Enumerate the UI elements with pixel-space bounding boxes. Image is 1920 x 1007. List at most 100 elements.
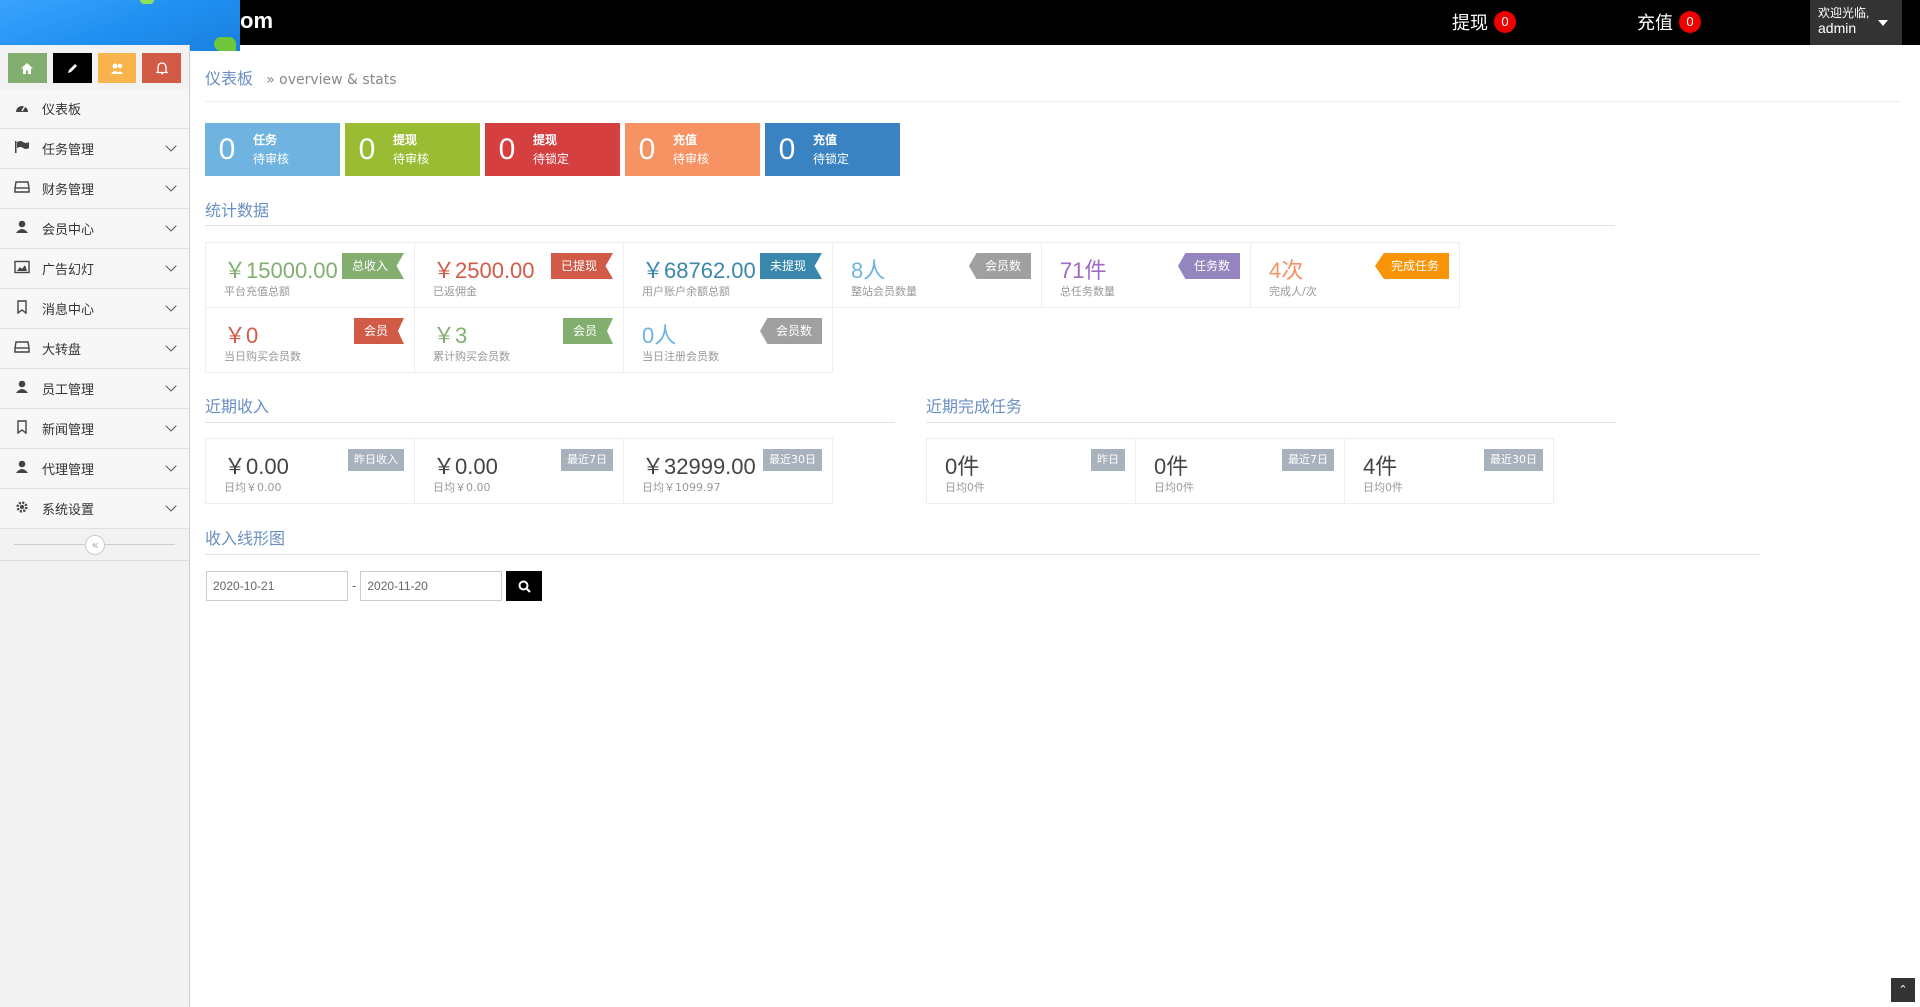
- home-shortcut-button[interactable]: [8, 53, 47, 83]
- sidebar-item-7[interactable]: 大转盘: [0, 329, 189, 369]
- infobox[interactable]: 0 任务 待审核: [205, 123, 340, 176]
- stat-cell: ￥0 当日购买会员数 会员: [206, 308, 415, 373]
- inbox-icon: [12, 340, 32, 358]
- tasks-grid: 0件 日均0件 昨日 0件 日均0件 最近7日 4件 日均0件 最近30日: [926, 438, 1554, 504]
- stat-description: 整站会员数量: [851, 285, 917, 298]
- infobox-count: 0: [638, 132, 656, 166]
- sidebar-item-1[interactable]: 仪表板: [0, 89, 189, 129]
- bell-shortcut-button[interactable]: [142, 53, 181, 83]
- stat-tag: 会员: [353, 318, 404, 344]
- tasks-section-title: 近期完成任务: [926, 397, 1023, 416]
- stat-value: ￥0: [224, 323, 259, 348]
- sidebar-item-4[interactable]: 会员中心: [0, 209, 189, 249]
- stat-description: 日均0件: [1363, 481, 1403, 494]
- bookmark-icon: [12, 299, 32, 318]
- top-navbar: om 提现 0 充值 0 欢迎光临, admin: [0, 0, 1920, 51]
- pending-infoboxes: 0 任务 待审核 0 提现 待审核 0 提现 待锁定 0 充值 待审核 0 充值 待锁定: [205, 123, 900, 176]
- infobox-title: 充值: [813, 132, 838, 147]
- sidebar-item-9[interactable]: 新闻管理: [0, 409, 189, 449]
- stat-value: 8人: [851, 258, 886, 283]
- sidebar-item-3[interactable]: 财务管理: [0, 169, 189, 209]
- sidebar-item-8[interactable]: 员工管理: [0, 369, 189, 409]
- chart-section-title: 收入线形图: [205, 529, 286, 548]
- sidebar-item-label: 广告幻灯: [42, 263, 95, 278]
- stat-value: 0件: [1154, 454, 1189, 479]
- infobox[interactable]: 0 充值 待审核: [625, 123, 760, 176]
- stat-value: ￥15000.00: [224, 258, 338, 283]
- stat-cell: ￥0.00 日均￥0.00 昨日收入: [206, 439, 415, 504]
- stat-value: 4件: [1363, 454, 1398, 479]
- pencil-shortcut-button[interactable]: [52, 53, 92, 83]
- stat-cell: 4件 日均0件 最近30日: [1345, 439, 1554, 504]
- chevron-down-icon: [165, 140, 177, 152]
- sidebar-item-label: 代理管理: [42, 463, 95, 478]
- stat-tag: 已提现: [550, 253, 613, 279]
- infobox-subtitle: 待锁定: [533, 151, 570, 166]
- chevron-down-icon: [165, 220, 177, 232]
- sidebar-item-label: 仪表板: [42, 103, 82, 118]
- income-grid: ￥0.00 日均￥0.00 昨日收入 ￥0.00 日均￥0.00 最近7日 ￥32999.0…: [205, 438, 833, 504]
- infobox[interactable]: 0 提现 待审核: [345, 123, 480, 176]
- sidebar-shortcuts: [0, 45, 189, 89]
- sidebar-item-6[interactable]: 消息中心: [0, 289, 189, 329]
- infobox-subtitle: 待审核: [673, 151, 710, 166]
- stat-cell: 0件 日均0件 最近7日: [1136, 439, 1345, 504]
- user-icon: [12, 460, 32, 478]
- sidebar-item-label: 消息中心: [42, 303, 95, 318]
- stat-tag: 会员: [562, 318, 613, 344]
- sidebar-item-2[interactable]: 任务管理: [0, 129, 189, 169]
- page-title: 仪表板: [205, 69, 254, 88]
- sidebar-menu: 仪表板任务管理 财务管理 会员中心广告幻灯消息中心大转盘 员工管理新闻管理代理管理系统…: [0, 89, 189, 529]
- stat-cell: ￥2500.00 已返佣金 已提现: [415, 243, 624, 308]
- stat-description: 当日购买会员数: [224, 350, 301, 363]
- infobox-text: 任务 待审核: [253, 131, 289, 169]
- double-angle-left-icon[interactable]: «: [85, 535, 105, 555]
- user-name: admin: [1818, 20, 1857, 36]
- main-content: 仪表板 » overview & stats 0 任务 待审核 0 提现 待审核 0 提现 待锁…: [191, 45, 1920, 1007]
- chevron-down-icon: [165, 180, 177, 192]
- infobox-count: 0: [358, 132, 376, 166]
- users-icon: [110, 63, 123, 74]
- sidebar-item-11[interactable]: 系统设置: [0, 489, 189, 529]
- stat-cell: 0人 当日注册会员数 会员数: [624, 308, 833, 373]
- inbox-icon: [12, 180, 32, 198]
- start-date-input[interactable]: [206, 571, 348, 601]
- recharge-nav-link[interactable]: 充值 0: [1637, 9, 1701, 35]
- user-icon: [12, 380, 32, 398]
- logo[interactable]: [0, 0, 240, 51]
- withdraw-nav-link[interactable]: 提现 0: [1452, 9, 1516, 35]
- withdraw-count-badge: 0: [1494, 11, 1516, 33]
- header-divider: [205, 101, 1900, 102]
- infobox-text: 提现 待审核: [393, 131, 429, 169]
- users-shortcut-button[interactable]: [97, 53, 137, 83]
- infobox-subtitle: 待锁定: [813, 151, 850, 166]
- sidebar-item-5[interactable]: 广告幻灯: [0, 249, 189, 289]
- stat-tag: 最近30日: [763, 449, 822, 471]
- date-range-filter: -: [206, 571, 543, 601]
- search-button[interactable]: [506, 571, 543, 601]
- double-angle-up-icon: ⌃: [1898, 983, 1908, 996]
- end-date-input[interactable]: [360, 571, 503, 601]
- back-to-top-button[interactable]: ⌃: [1891, 978, 1915, 1002]
- user-greeting: 欢迎光临,: [1818, 6, 1870, 20]
- stat-value: ￥2500.00: [433, 258, 535, 283]
- user-menu[interactable]: 欢迎光临, admin: [1810, 0, 1902, 45]
- chevron-down-icon: [165, 300, 177, 312]
- stat-tag: 任务数: [1177, 253, 1240, 279]
- flag-icon: [12, 140, 32, 158]
- infobox-title: 提现: [393, 132, 418, 147]
- sidebar-item-10[interactable]: 代理管理: [0, 449, 189, 489]
- stat-cell: ￥3 累计购买会员数 会员: [415, 308, 624, 373]
- home-icon: [21, 62, 34, 74]
- sidebar-item-label: 新闻管理: [42, 423, 95, 438]
- logo-decoration: [140, 0, 154, 4]
- bell-icon: [155, 61, 168, 74]
- stat-value: ￥68762.00: [642, 258, 756, 283]
- income-divider: [205, 422, 895, 423]
- stat-description: 平台充值总额: [224, 285, 290, 298]
- stat-description: 日均0件: [945, 481, 985, 494]
- infobox[interactable]: 0 充值 待锁定: [765, 123, 900, 176]
- stat-description: 日均0件: [1154, 481, 1194, 494]
- stat-tag: 总收入: [341, 253, 404, 279]
- infobox[interactable]: 0 提现 待锁定: [485, 123, 620, 176]
